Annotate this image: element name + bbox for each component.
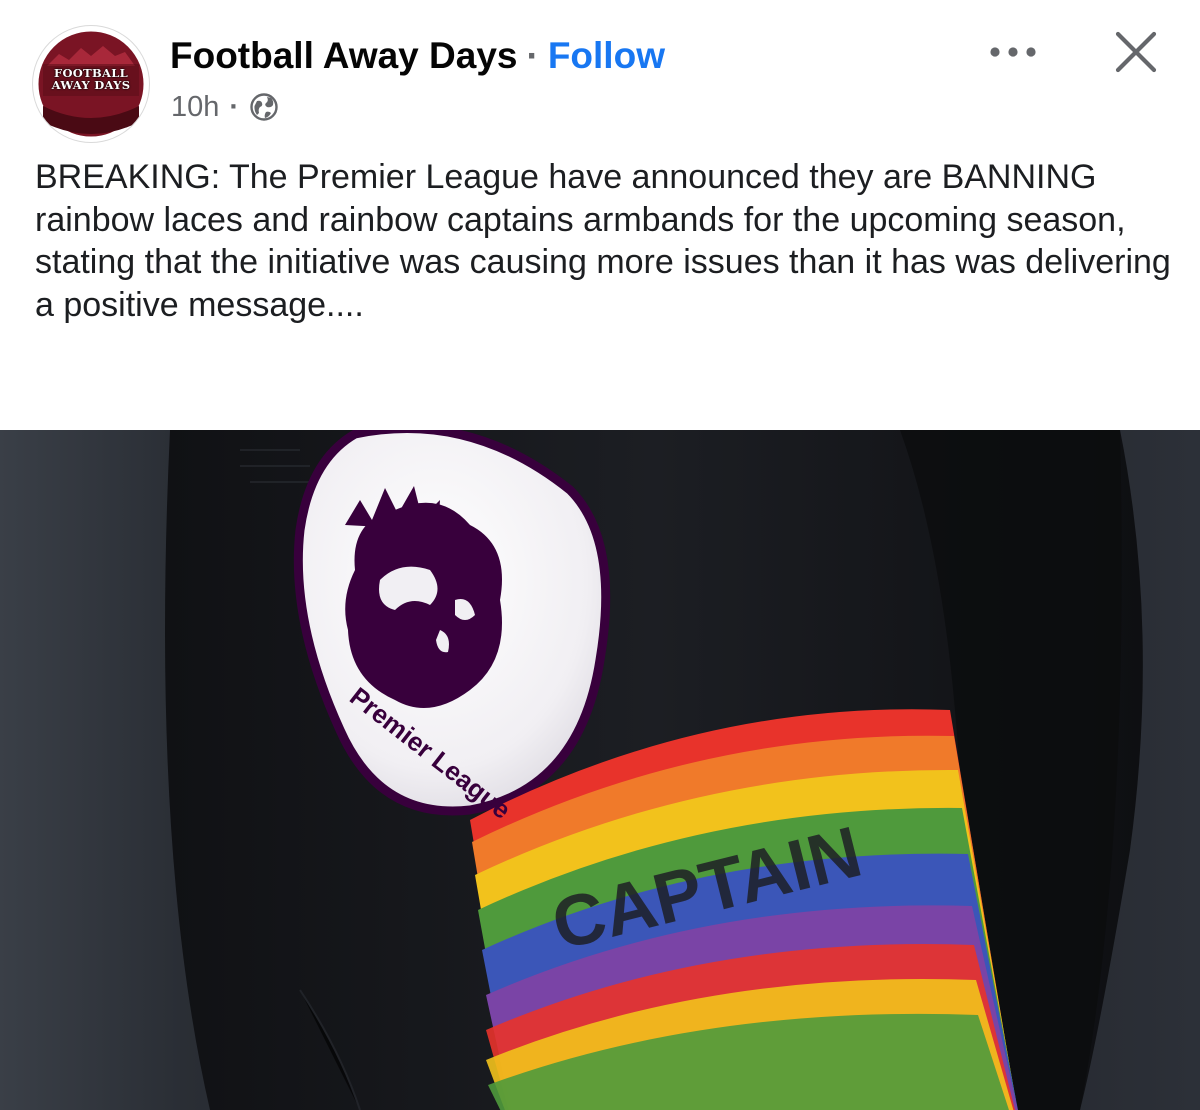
- author-name[interactable]: Football Away Days: [170, 35, 518, 77]
- page-avatar[interactable]: FOOTBALL AWAY DAYS: [33, 26, 149, 142]
- facebook-post: FOOTBALL AWAY DAYS Football Away Days · …: [0, 0, 1200, 1110]
- globe-icon[interactable]: [249, 92, 279, 122]
- post-header: FOOTBALL AWAY DAYS Football Away Days · …: [0, 0, 1200, 142]
- author-row: Football Away Days · Follow: [170, 30, 665, 82]
- name-separator: ·: [526, 35, 539, 76]
- follow-button[interactable]: Follow: [548, 35, 665, 77]
- meta-separator: ·: [229, 90, 240, 123]
- avatar-text-line-2: AWAY DAYS: [51, 78, 131, 92]
- post-meta: 10h ·: [171, 86, 279, 128]
- more-horizontal-icon[interactable]: [983, 30, 1043, 74]
- post-time[interactable]: 10h: [171, 91, 219, 124]
- post-image[interactable]: Premier League CAPTAIN: [0, 430, 1200, 1110]
- post-body-text: BREAKING: The Premier League have announ…: [35, 158, 1171, 324]
- close-icon[interactable]: [1108, 24, 1164, 80]
